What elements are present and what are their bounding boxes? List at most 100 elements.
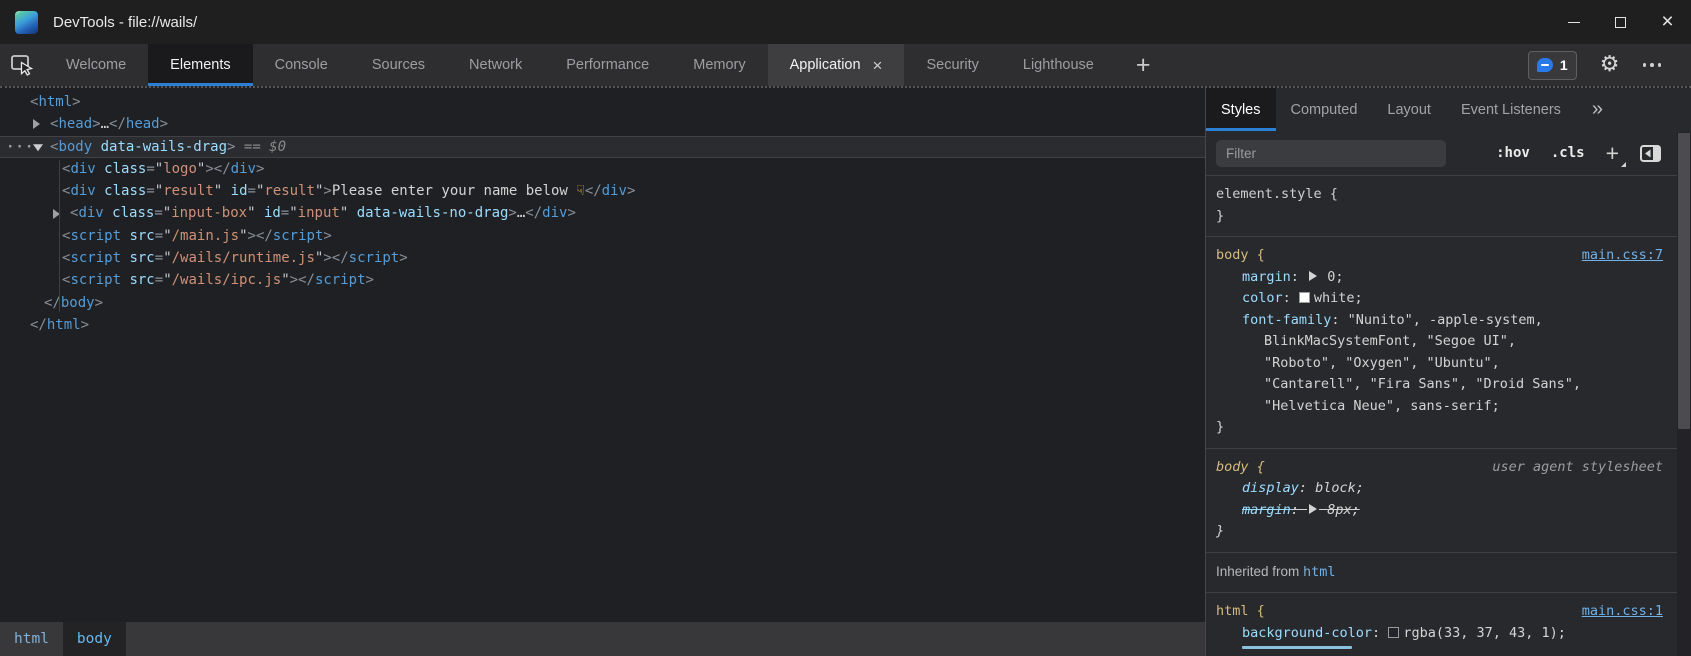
expand-shorthand-icon[interactable] [1309, 504, 1317, 514]
dom-tree-row[interactable]: ···<body data-wails-drag> == $0 [0, 136, 1205, 158]
styles-toolbar: :hov .cls + [1206, 131, 1691, 176]
tab-label: Elements [170, 57, 230, 73]
issues-counter-button[interactable]: 1 [1528, 51, 1577, 80]
tab-application[interactable]: Application × [768, 44, 905, 86]
tab-lighthouse[interactable]: Lighthouse [1001, 44, 1116, 86]
dom-tree-row[interactable]: <html> [0, 91, 1205, 113]
dom-tree-row[interactable]: </html> [0, 314, 1205, 336]
tab-label: Security [926, 57, 978, 73]
css-declaration[interactable]: margin: 8px; [1216, 500, 1663, 522]
pseudo-state-toggle-button[interactable]: :hov [1496, 145, 1530, 161]
window-title: DevTools - file://wails/ [53, 14, 197, 31]
stylesheet-link[interactable]: main.css:1 [1582, 601, 1663, 623]
close-button[interactable]: × [1644, 0, 1691, 44]
css-declaration[interactable]: margin: 0; [1216, 267, 1663, 289]
css-selector[interactable]: html { [1216, 601, 1265, 623]
css-property-name: margin [1242, 502, 1291, 518]
dom-tree-row[interactable]: <div class="result" id="result">Please e… [0, 180, 1205, 202]
stylesheet-link[interactable]: main.css:7 [1582, 245, 1663, 267]
sidebar-tab-strip: StylesComputedLayoutEvent Listeners » [1206, 88, 1691, 131]
css-property-value: 8px; [1327, 502, 1360, 518]
minimize-button[interactable] [1550, 0, 1597, 44]
css-declaration[interactable]: background-color: rgba(33, 37, 43, 1); [1216, 623, 1663, 645]
tab-memory[interactable]: Memory [671, 44, 767, 86]
css-declaration[interactable]: font-family: "Nunito", -apple-system, [1216, 310, 1663, 332]
add-tab-button[interactable]: + [1116, 44, 1171, 86]
styles-filter-input[interactable] [1216, 140, 1446, 167]
closing-brace: } [1216, 417, 1663, 439]
styles-toolbar-buttons: :hov .cls + [1496, 142, 1661, 165]
element-classes-toggle-button[interactable]: .cls [1551, 145, 1585, 161]
inherited-element-link[interactable]: html [1303, 564, 1336, 580]
maximize-icon [1615, 17, 1626, 28]
tab-label: Application [790, 57, 861, 73]
tab-welcome[interactable]: Welcome [44, 44, 148, 86]
expand-icon[interactable] [33, 119, 40, 129]
dom-tree-row[interactable]: </body> [0, 292, 1205, 314]
toolbar-right-cluster: 1 ⚙ [1528, 44, 1661, 86]
main-toolbar: Welcome Elements Console Sources Network Perf… [0, 44, 1691, 86]
title-bar: DevTools - file://wails/ × [0, 0, 1691, 44]
stylesheet-origin-note: user agent stylesheet [1492, 457, 1663, 479]
dom-tree-row[interactable]: <div class="input-box" id="input" data-w… [0, 202, 1205, 224]
tab-network[interactable]: Network [447, 44, 544, 86]
breadcrumb-html[interactable]: html [0, 622, 63, 656]
sidebar-tab-event-listeners[interactable]: Event Listeners [1446, 88, 1576, 131]
collapse-icon[interactable] [33, 144, 43, 151]
css-rule-header: body { user agent stylesheet [1216, 457, 1663, 479]
dom-tree-row[interactable]: <head>…</head> [0, 113, 1205, 135]
breadcrumb-body[interactable]: body [63, 622, 126, 656]
dom-tree: <html><head>…</head>···<body data-wails-… [0, 88, 1205, 336]
css-property-value: block; [1315, 480, 1364, 496]
tab-sources[interactable]: Sources [350, 44, 447, 86]
css-declaration[interactable]: display: block; [1216, 478, 1663, 500]
color-swatch[interactable] [1299, 292, 1310, 303]
sidebar-tab-layout[interactable]: Layout [1372, 88, 1446, 131]
settings-gear-icon[interactable]: ⚙ [1600, 54, 1620, 76]
devtools-content: <html><head>…</head>···<body data-wails-… [0, 86, 1691, 656]
elements-panel: <html><head>…</head>···<body data-wails-… [0, 88, 1205, 656]
new-style-rule-button[interactable]: + [1606, 142, 1619, 165]
maximize-button[interactable] [1597, 0, 1644, 44]
inspect-element-button[interactable] [0, 44, 44, 86]
style-sections: element.style {}body {main.css:7margin: … [1206, 176, 1691, 656]
issues-bubble-icon [1537, 58, 1553, 72]
styles-scrollbar-thumb[interactable] [1678, 133, 1690, 429]
color-swatch[interactable] [1388, 627, 1399, 638]
style-section-inherited-from: Inherited from html [1206, 553, 1691, 594]
css-selector[interactable]: body { [1216, 245, 1265, 267]
css-value-continuation: "Helvetica Neue", sans-serif; [1216, 396, 1663, 418]
css-property-name: background-color [1242, 625, 1372, 641]
css-selector[interactable]: body { [1216, 457, 1265, 479]
dom-tree-row[interactable]: <script src="/wails/runtime.js"></script… [0, 247, 1205, 269]
css-value-continuation: "Cantarell", "Fira Sans", "Droid Sans", [1216, 374, 1663, 396]
closing-brace: } [1216, 206, 1663, 228]
css-rule-header: element.style { [1216, 184, 1663, 206]
dom-tree-row[interactable]: <script src="/main.js"></script> [0, 225, 1205, 247]
tab-label: Welcome [66, 57, 126, 73]
inherited-from-label: Inherited from html [1216, 561, 1663, 584]
toggle-sidebar-button[interactable] [1640, 145, 1661, 162]
sidebar-tab-computed[interactable]: Computed [1276, 88, 1373, 131]
tab-label: Network [469, 57, 522, 73]
close-tab-icon[interactable]: × [873, 57, 883, 74]
clipped-next-declaration [1216, 646, 1663, 651]
dom-tree-row[interactable]: <div class="logo"></div> [0, 158, 1205, 180]
devtools-logo-icon [15, 11, 38, 34]
row-menu-dots: ··· [6, 137, 34, 157]
css-declaration[interactable]: color: white; [1216, 288, 1663, 310]
tab-security[interactable]: Security [904, 44, 1000, 86]
overflow-chevron-icon[interactable]: » [1592, 88, 1603, 131]
expand-shorthand-icon[interactable] [1309, 271, 1317, 281]
tab-console[interactable]: Console [253, 44, 350, 86]
dom-tree-row[interactable]: <script src="/wails/ipc.js"></script> [0, 269, 1205, 291]
more-options-icon[interactable] [1643, 63, 1662, 67]
tab-performance[interactable]: Performance [544, 44, 671, 86]
css-value-continuation: "Roboto", "Oxygen", "Ubuntu", [1216, 353, 1663, 375]
closing-brace: } [1216, 521, 1663, 543]
sidebar-tab-styles[interactable]: Styles [1206, 88, 1276, 131]
tab-elements[interactable]: Elements [148, 44, 252, 86]
css-selector[interactable]: element.style { [1216, 184, 1338, 206]
css-value-continuation: BlinkMacSystemFont, "Segoe UI", [1216, 331, 1663, 353]
tab-label: Console [275, 57, 328, 73]
